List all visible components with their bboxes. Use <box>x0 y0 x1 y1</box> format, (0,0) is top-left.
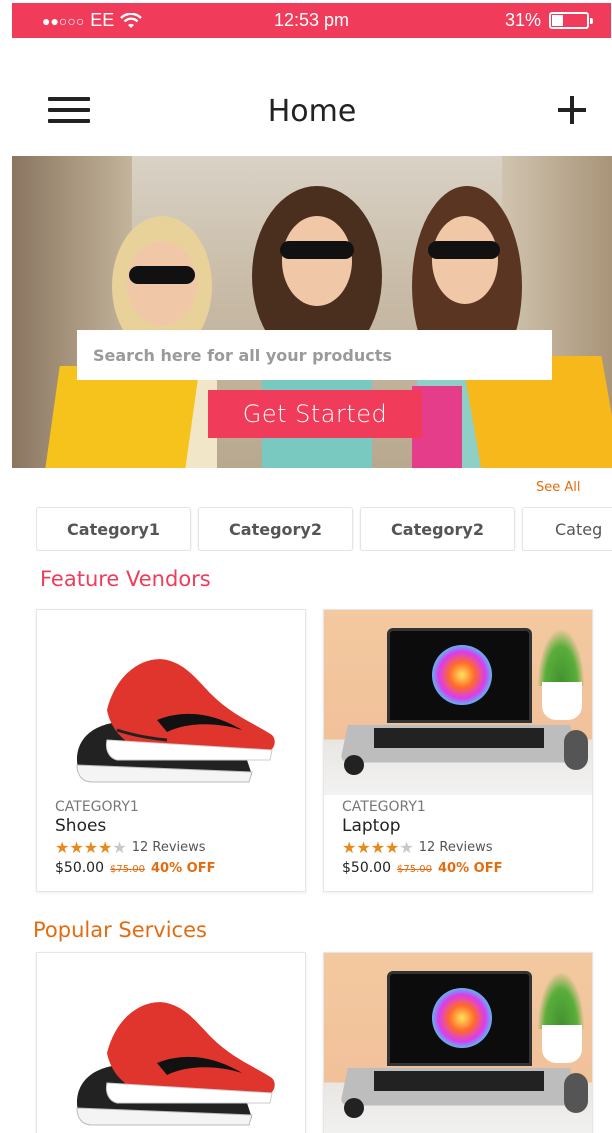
star-icon: ★ <box>370 838 386 857</box>
product-category: CATEGORY1 <box>342 799 426 815</box>
hamburger-icon[interactable] <box>48 97 90 123</box>
product-card-shoes[interactable]: CATEGORY1 Shoes ★★★★★ 12 Reviews $50.00 … <box>36 609 306 892</box>
price-row: $50.00 $75.00 40% OFF <box>342 860 574 876</box>
product-name: Laptop <box>342 816 401 836</box>
shoe-illustration <box>76 659 275 783</box>
status-right: 31% <box>504 10 593 31</box>
laptop-keyboard <box>374 728 544 748</box>
star-icon: ★ <box>399 838 414 857</box>
signal-strength: ●●○○○ <box>42 12 85 29</box>
category-chip-3[interactable]: Category2 <box>360 507 515 551</box>
star-icon: ★ <box>98 838 113 857</box>
plant-decoration <box>538 973 584 1029</box>
see-all-link[interactable]: See All <box>536 480 581 495</box>
product-rating: ★★★★★ 12 Reviews <box>55 838 287 857</box>
star-icon: ★ <box>69 838 84 857</box>
popular-services-title: Popular Services <box>33 918 207 942</box>
product-info: CATEGORY1 Shoes ★★★★★ 12 Reviews $50.00 … <box>37 795 305 876</box>
category-chip-4[interactable]: Categ <box>522 507 612 551</box>
plant-pot <box>542 682 582 720</box>
product-discount: 40% OFF <box>438 861 503 876</box>
watch-decoration <box>344 755 364 775</box>
shoe-illustration <box>76 1002 275 1126</box>
review-count: 12 Reviews <box>131 840 206 855</box>
star-icon: ★ <box>356 838 371 857</box>
app-header: Home <box>12 80 612 140</box>
price-row: $50.00 $75.00 40% OFF <box>55 860 287 876</box>
watch-decoration <box>344 1098 364 1118</box>
product-discount: 40% OFF <box>151 861 216 876</box>
product-info: CATEGORY1 Laptop ★★★★★ 12 Reviews $50.00… <box>324 795 592 876</box>
service-image-laptop <box>324 953 592 1133</box>
category-list: Category1 Category2 Category2 Categ <box>36 507 612 551</box>
battery-percent: 31% <box>504 10 541 30</box>
plus-icon[interactable] <box>558 96 586 124</box>
star-icon: ★ <box>112 838 127 857</box>
rating-stars: ★★★★★ <box>55 838 127 857</box>
star-icon: ★ <box>385 838 400 857</box>
product-old-price: $75.00 <box>110 864 145 875</box>
search-input[interactable] <box>77 330 552 380</box>
laptop-screen <box>387 971 532 1066</box>
product-name: Shoes <box>55 816 107 836</box>
product-card-laptop[interactable]: CATEGORY1 Laptop ★★★★★ 12 Reviews $50.00… <box>323 609 593 892</box>
plant-decoration <box>538 630 584 686</box>
service-image-shoes <box>37 953 305 1133</box>
page-title: Home <box>267 94 357 129</box>
rating-stars: ★★★★★ <box>342 838 414 857</box>
star-icon: ★ <box>55 838 70 857</box>
product-image-laptop <box>324 610 592 795</box>
wifi-icon <box>120 12 143 28</box>
laptop-keyboard <box>374 1071 544 1091</box>
battery-level <box>552 15 564 26</box>
review-count: 12 Reviews <box>418 840 493 855</box>
category-chip-1[interactable]: Category1 <box>36 507 191 551</box>
star-icon: ★ <box>83 838 99 857</box>
plant-pot <box>542 1025 582 1063</box>
service-card-laptop[interactable] <box>323 952 593 1133</box>
product-rating: ★★★★★ 12 Reviews <box>342 838 574 857</box>
product-price: $50.00 <box>55 860 104 876</box>
shopping-bag-yellow-left <box>44 366 200 468</box>
get-started-button[interactable]: Get Started <box>208 390 422 438</box>
product-image-shoes <box>37 610 305 795</box>
status-left: ●●○○○ EE <box>42 10 143 31</box>
carrier-name: EE <box>90 10 115 30</box>
category-chip-2[interactable]: Category2 <box>198 507 353 551</box>
service-card-shoes[interactable] <box>36 952 306 1133</box>
mouse-decoration <box>564 730 588 770</box>
product-category: CATEGORY1 <box>55 799 139 815</box>
product-price: $50.00 <box>342 860 391 876</box>
laptop-screen <box>387 628 532 723</box>
status-bar: ●●○○○ EE 12:53 pm 31% <box>12 3 611 38</box>
star-icon: ★ <box>342 838 357 857</box>
battery-icon <box>549 12 593 29</box>
product-old-price: $75.00 <box>397 864 432 875</box>
mouse-decoration <box>564 1073 588 1113</box>
feature-vendors-title: Feature Vendors <box>40 567 211 591</box>
